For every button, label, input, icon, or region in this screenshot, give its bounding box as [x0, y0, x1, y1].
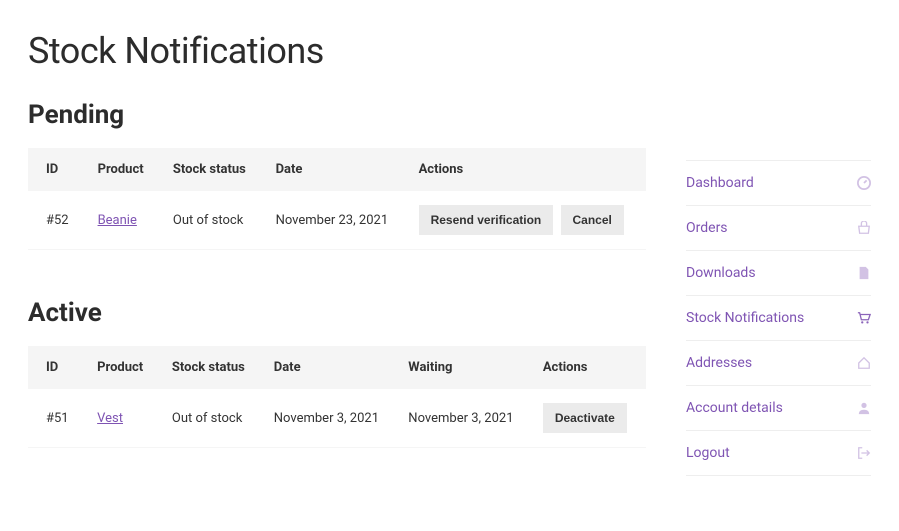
cell-actions: Resend verification Cancel — [405, 191, 646, 250]
col-stock-status: Stock status — [158, 346, 260, 389]
sidebar-item-label: Logout — [686, 445, 730, 461]
col-actions: Actions — [405, 148, 646, 191]
active-table: ID Product Stock status Date Waiting Act… — [28, 346, 646, 448]
sidebar-item-downloads[interactable]: Downloads — [686, 250, 871, 295]
cancel-button[interactable]: Cancel — [561, 205, 624, 235]
sidebar-item-addresses[interactable]: Addresses — [686, 340, 871, 385]
table-row: #52 Beanie Out of stock November 23, 202… — [28, 191, 646, 250]
user-icon — [857, 401, 871, 415]
main-content: Pending ID Product Stock status Date Act… — [28, 100, 646, 496]
sidebar-item-stock-notifications[interactable]: Stock Notifications — [686, 295, 871, 340]
sidebar-item-orders[interactable]: Orders — [686, 205, 871, 250]
file-icon — [857, 266, 871, 280]
dashboard-icon — [857, 176, 871, 190]
account-sidebar: Dashboard Orders Downloads Stock Notific… — [686, 100, 871, 496]
cell-actions: Deactivate — [529, 389, 646, 448]
cell-date: November 23, 2021 — [262, 191, 405, 250]
pending-section: Pending ID Product Stock status Date Act… — [28, 100, 646, 250]
col-date: Date — [262, 148, 405, 191]
pending-heading: Pending — [28, 100, 646, 130]
cell-date: November 3, 2021 — [260, 389, 395, 448]
col-id: ID — [28, 346, 83, 389]
logout-icon — [857, 446, 871, 460]
sidebar-item-label: Downloads — [686, 265, 756, 281]
col-waiting: Waiting — [394, 346, 529, 389]
active-section: Active ID Product Stock status Date Wait… — [28, 298, 646, 448]
cell-stock-status: Out of stock — [158, 389, 260, 448]
cell-id: #52 — [28, 191, 84, 250]
cell-stock-status: Out of stock — [159, 191, 262, 250]
cart-icon — [857, 311, 871, 325]
cell-product: Beanie — [84, 191, 159, 250]
resend-verification-button[interactable]: Resend verification — [419, 205, 554, 235]
basket-icon — [857, 221, 871, 235]
product-link-beanie[interactable]: Beanie — [98, 213, 137, 228]
col-date: Date — [260, 346, 395, 389]
col-product: Product — [84, 148, 159, 191]
sidebar-item-account-details[interactable]: Account details — [686, 385, 871, 430]
table-row: #51 Vest Out of stock November 3, 2021 N… — [28, 389, 646, 448]
col-product: Product — [83, 346, 158, 389]
active-heading: Active — [28, 298, 646, 328]
product-link-vest[interactable]: Vest — [97, 411, 123, 426]
sidebar-item-label: Dashboard — [686, 175, 754, 191]
sidebar-item-label: Stock Notifications — [686, 310, 804, 326]
sidebar-item-logout[interactable]: Logout — [686, 430, 871, 476]
table-header-row: ID Product Stock status Date Waiting Act… — [28, 346, 646, 389]
col-actions: Actions — [529, 346, 646, 389]
col-stock-status: Stock status — [159, 148, 262, 191]
sidebar-item-dashboard[interactable]: Dashboard — [686, 160, 871, 205]
cell-id: #51 — [28, 389, 83, 448]
col-id: ID — [28, 148, 84, 191]
pending-table: ID Product Stock status Date Actions #52… — [28, 148, 646, 250]
home-icon — [857, 356, 871, 370]
sidebar-item-label: Account details — [686, 400, 783, 416]
table-header-row: ID Product Stock status Date Actions — [28, 148, 646, 191]
sidebar-item-label: Addresses — [686, 355, 752, 371]
cell-waiting: November 3, 2021 — [394, 389, 529, 448]
cell-product: Vest — [83, 389, 158, 448]
sidebar-item-label: Orders — [686, 220, 728, 236]
deactivate-button[interactable]: Deactivate — [543, 403, 627, 433]
page-title: Stock Notifications — [28, 30, 871, 72]
